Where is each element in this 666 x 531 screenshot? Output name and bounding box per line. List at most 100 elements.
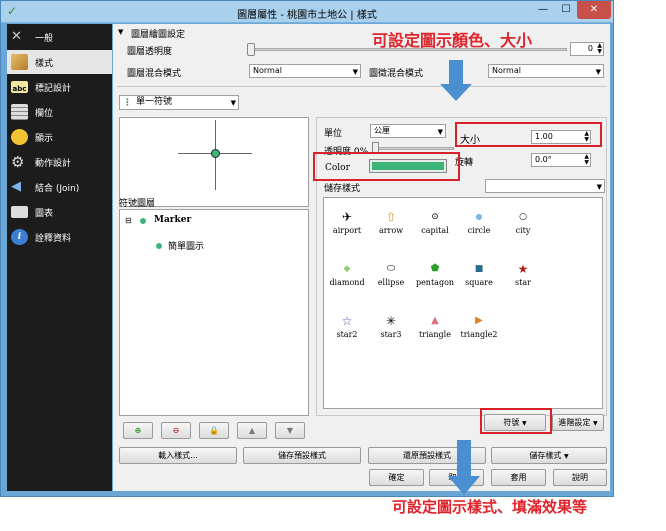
airport-icon: ✈ <box>341 210 353 224</box>
tree-item-simple-marker[interactable]: 簡單圖示 <box>168 239 204 252</box>
join-icon: ◀ <box>11 179 21 194</box>
sidebar-item-display[interactable]: 顯示 <box>7 125 112 149</box>
layer-transparency-spinbox[interactable]: 0 ▲ ▼ <box>570 42 604 56</box>
sidebar-item-metadata[interactable]: i 詮釋資料 <box>7 225 112 249</box>
close-button[interactable]: ✕ <box>577 1 611 19</box>
layer-transparency-label: 圖層透明度 <box>127 47 173 57</box>
abc-label-icon: abc <box>11 81 28 93</box>
chevron-down-icon: ▼ <box>230 99 236 107</box>
add-layer-button[interactable]: ⊕ <box>123 422 153 439</box>
rotation-spinbox[interactable]: 0.0° ▲ ▼ <box>531 153 591 167</box>
star2-icon: ☆ <box>341 314 353 328</box>
layer-blend-label: 圖層混合模式 <box>127 69 182 79</box>
annotation-bottom: 可設定圖示樣式、填滿效果等 <box>392 498 588 516</box>
symbol-triangle[interactable]: ▲ triangle <box>414 312 456 339</box>
collapse-arrow-icon[interactable]: ▼ <box>118 28 123 36</box>
wrench-icon: ✕ <box>11 29 22 44</box>
symbol-capital[interactable]: ⊙ capital <box>414 208 456 235</box>
highlight-symbol-button <box>480 408 552 434</box>
symbol-pentagon[interactable]: ⬟ pentagon <box>414 260 456 287</box>
symbol-airport[interactable]: ✈ airport <box>326 208 368 235</box>
symbol-star[interactable]: ★ star <box>502 260 544 287</box>
spin-arrows-icon: ▲ ▼ <box>597 42 602 55</box>
highlight-size <box>455 122 602 147</box>
move-up-button[interactable]: ▲ <box>237 422 267 439</box>
chevron-down-icon: ▼ <box>563 453 569 460</box>
render-section-title: 圖層繪圖設定 <box>131 30 186 40</box>
sidebar-item-joins[interactable]: ◀ 結合 (Join) <box>7 175 112 199</box>
chevron-down-icon: ▼ <box>437 128 443 136</box>
pentagon-icon: ⬟ <box>430 263 440 274</box>
chevron-down-icon: ▼ <box>595 68 601 76</box>
symbol-layers-title: 符號圖層 <box>119 199 156 209</box>
triangle-icon: ▲ <box>431 315 439 326</box>
feature-blend-combo[interactable]: Normal ▼ <box>488 64 604 78</box>
save-style-button[interactable]: 儲存樣式 ▼ <box>491 447 607 464</box>
sidebar-item-diagrams[interactable]: 圖表 <box>7 200 112 224</box>
arrow-icon: ⇧ <box>385 210 397 224</box>
help-button[interactable]: 說明 <box>553 469 607 486</box>
single-symbol-icon: ⋮ <box>123 98 132 108</box>
symbol-diamond[interactable]: ◆ diamond <box>326 260 368 287</box>
sidebar: ✕ 一般 樣式 abc 標記設計 欄位 顯示 ⚙ 動作設計 ◀ 結合 (Join… <box>7 24 112 491</box>
renderer-type-combo[interactable]: ⋮ 單一符號 ▼ <box>119 95 239 110</box>
layer-blend-combo[interactable]: Normal ▼ <box>249 64 361 78</box>
symbol-arrow[interactable]: ⇧ arrow <box>370 208 412 235</box>
tree-item-marker[interactable]: Marker <box>154 215 191 225</box>
sidebar-item-fields[interactable]: 欄位 <box>7 100 112 124</box>
separator <box>117 86 607 87</box>
gear-icon: ⚙ <box>11 153 25 171</box>
square-icon: ■ <box>474 264 484 274</box>
info-icon: i <box>11 229 28 245</box>
star-icon: ★ <box>517 262 529 276</box>
maximize-button[interactable]: ☐ <box>555 1 577 19</box>
transparency-slider-handle[interactable] <box>247 43 255 56</box>
marker-dot-icon <box>140 218 146 224</box>
feature-blend-label: 圖徵混合模式 <box>369 69 424 79</box>
advanced-button[interactable]: 進階設定 ▼ <box>552 414 604 431</box>
tree-collapse-icon[interactable]: ⊟ <box>125 216 132 225</box>
preview-marker-icon <box>211 149 220 158</box>
unit-label: 單位 <box>324 129 343 139</box>
city-icon: ○ <box>519 212 527 222</box>
symbol-library-grid: ✈ airport ⇧ arrow ⊙ capital ● circle ○ city ◆… <box>323 197 603 409</box>
arrow-down-bottom-icon <box>448 440 480 495</box>
symbol-preview <box>119 117 309 207</box>
annotation-top: 可設定圖示顏色、大小 <box>372 31 533 50</box>
apply-button[interactable]: 套用 <box>491 469 546 486</box>
capital-icon: ⊙ <box>431 212 439 222</box>
ellipse-icon: ⬭ <box>386 263 396 274</box>
saved-styles-label: 儲存樣式 <box>324 184 361 194</box>
highlight-color <box>313 152 460 181</box>
symbol-transparency-slider[interactable] <box>374 147 454 150</box>
saved-styles-combo[interactable]: ▼ <box>485 179 605 193</box>
diamond-icon: ◆ <box>343 264 351 274</box>
save-default-style-button[interactable]: 儲存預設樣式 <box>243 447 361 464</box>
symbol-circle[interactable]: ● circle <box>458 208 500 235</box>
symbol-star3[interactable]: ✳ star3 <box>370 312 412 339</box>
star3-icon: ✳ <box>385 314 397 328</box>
symbol-star2[interactable]: ☆ star2 <box>326 312 368 339</box>
chevron-down-icon: ▼ <box>596 183 602 191</box>
symbol-ellipse[interactable]: ⬭ ellipse <box>370 260 412 287</box>
symbol-square[interactable]: ■ square <box>458 260 500 287</box>
remove-layer-button[interactable]: ⊖ <box>161 422 191 439</box>
unit-combo[interactable]: 公厘 ▼ <box>370 124 446 138</box>
sidebar-item-actions[interactable]: ⚙ 動作設計 <box>7 150 112 174</box>
symbol-layer-tree: ⊟ Marker 簡單圖示 <box>119 209 309 416</box>
sidebar-item-style[interactable]: 樣式 <box>7 50 112 74</box>
window-title: 圖層屬性 - 桃園市土地公 | 樣式 <box>237 10 377 21</box>
sidebar-item-general[interactable]: ✕ 一般 <box>7 25 112 49</box>
arrow-down-top-icon <box>440 60 472 101</box>
symbol-triangle2[interactable]: ▶ triangle2 <box>458 312 500 339</box>
ok-button[interactable]: 確定 <box>369 469 424 486</box>
symbol-city[interactable]: ○ city <box>502 208 544 235</box>
minimize-button[interactable]: — <box>531 1 555 19</box>
sidebar-item-labels[interactable]: abc 標記設計 <box>7 75 112 99</box>
chart-icon <box>11 206 28 218</box>
load-style-button[interactable]: 載入樣式... <box>119 447 237 464</box>
lock-layer-button[interactable]: 🔒 <box>199 422 229 439</box>
circle-icon: ● <box>475 212 483 221</box>
title-bar: ✓ 圖層屬性 - 桃園市土地公 | 樣式 — ☐ ✕ <box>1 1 613 23</box>
move-down-button[interactable]: ▼ <box>275 422 305 439</box>
